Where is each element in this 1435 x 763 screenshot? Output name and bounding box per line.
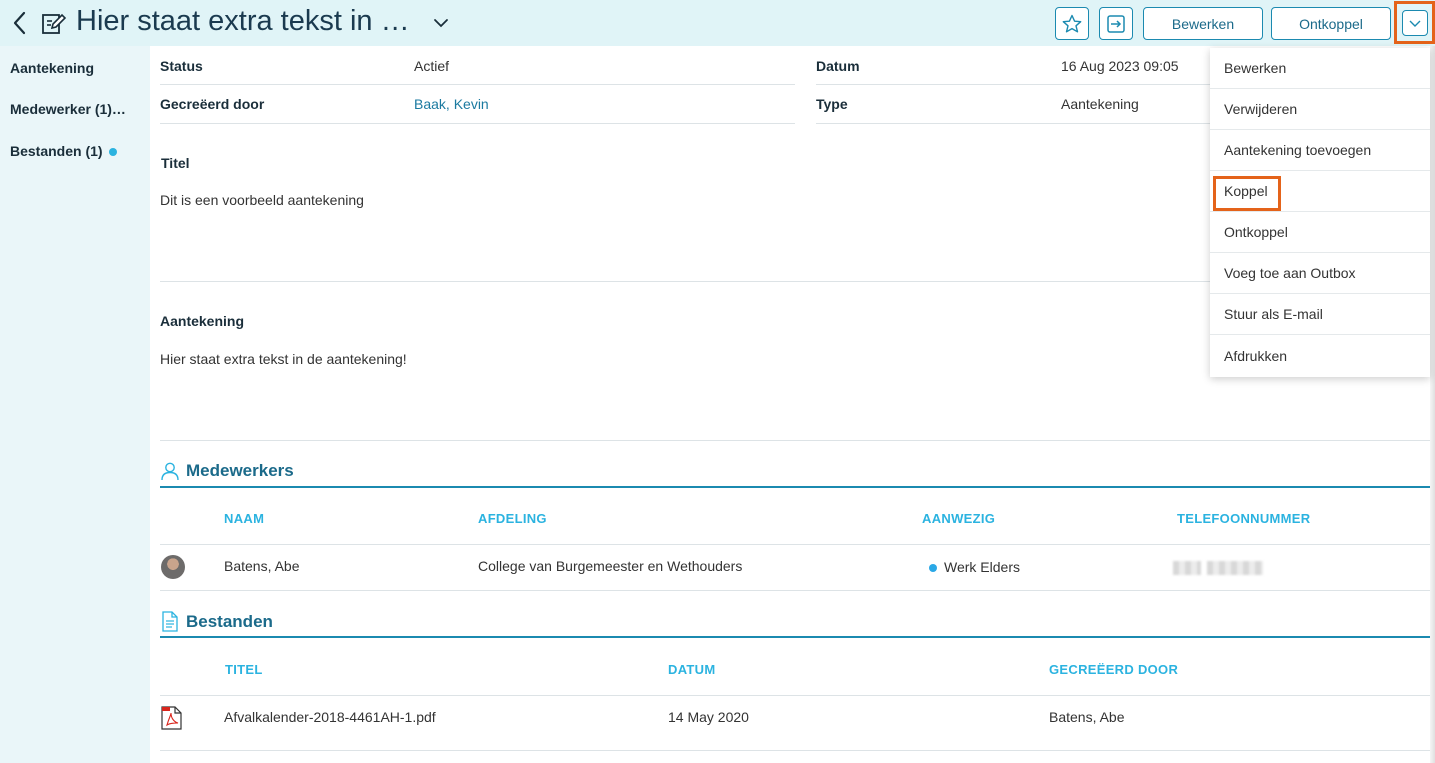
sidebar-item-aantekening[interactable]: Aantekening	[10, 60, 94, 76]
menu-item-verwijderen[interactable]: Verwijderen	[1210, 89, 1430, 130]
title-chevron-down-icon[interactable]	[432, 14, 450, 32]
employee-name[interactable]: Batens, Abe	[224, 558, 300, 574]
column-header-naam[interactable]: NAAM	[224, 511, 264, 526]
sidebar-item-bestanden[interactable]: Bestanden (1)	[10, 143, 117, 159]
status-value: Actief	[414, 58, 450, 74]
edit-note-icon	[40, 10, 67, 36]
sidebar-item-medewerker[interactable]: Medewerker (1)…	[10, 101, 126, 117]
title-section-label: Titel	[161, 155, 190, 171]
menu-item-bewerken[interactable]: Bewerken	[1210, 48, 1430, 89]
unread-dot	[108, 148, 117, 157]
back-chevron-icon[interactable]	[10, 10, 30, 36]
column-header-gecreeerd-door[interactable]: GECREËERD DOOR	[1049, 662, 1178, 677]
section-underline	[160, 636, 1430, 638]
employee-presence: Werk Elders	[929, 559, 1020, 575]
divider	[816, 84, 1210, 85]
note-section-label: Aantekening	[160, 313, 245, 329]
title-section-text: Dit is een voorbeeld aantekening	[160, 192, 364, 208]
file-title-link[interactable]: Afvalkalender-2018-4461AH-1.pdf	[224, 709, 436, 725]
employees-heading: Medewerkers	[160, 461, 294, 481]
actions-dropdown-menu: Bewerken Verwijderen Aantekening toevoeg…	[1210, 48, 1430, 377]
created-by-label: Gecreëerd door	[160, 96, 265, 112]
files-heading-text: Bestanden	[186, 611, 273, 631]
more-actions-button[interactable]	[1394, 1, 1435, 44]
menu-item-stuur-als-email[interactable]: Stuur als E-mail	[1210, 294, 1430, 335]
presence-dot	[929, 564, 937, 573]
column-header-aanwezig[interactable]: AANWEZIG	[922, 511, 995, 526]
presence-text: Werk Elders	[944, 559, 1020, 575]
sign-in-icon	[1107, 14, 1125, 33]
scroll-shadow	[1430, 46, 1435, 763]
menu-item-ontkoppel[interactable]: Ontkoppel	[1210, 212, 1430, 253]
created-by-link[interactable]: Baak, Kevin	[414, 96, 489, 112]
edit-button[interactable]: Bewerken	[1143, 7, 1263, 40]
file-date: 14 May 2020	[668, 709, 749, 725]
menu-item-afdrukken[interactable]: Afdrukken	[1210, 335, 1430, 376]
divider	[160, 590, 1430, 591]
divider	[160, 123, 795, 124]
column-header-datum[interactable]: DATUM	[668, 662, 715, 677]
sidebar: Aantekening Medewerker (1)… Bestanden (1…	[0, 46, 150, 763]
header-bar: Hier staat extra tekst in … Bewerken Ont…	[0, 0, 1435, 46]
sidebar-item-label: Aantekening	[10, 60, 95, 76]
file-created-by: Batens, Abe	[1049, 709, 1125, 725]
divider	[816, 123, 1210, 124]
divider	[160, 84, 795, 85]
pdf-file-icon	[161, 706, 182, 730]
column-header-afdeling[interactable]: AFDELING	[478, 511, 547, 526]
favorite-button[interactable]	[1055, 7, 1089, 40]
user-icon	[161, 462, 179, 481]
open-button[interactable]	[1099, 7, 1133, 40]
avatar	[161, 555, 185, 579]
column-header-telefoonnummer[interactable]: TELEFOONNUMMER	[1177, 511, 1310, 526]
star-icon	[1062, 14, 1082, 32]
page-title: Hier staat extra tekst in …	[76, 5, 410, 37]
employee-phone-redacted	[1173, 559, 1263, 576]
menu-item-aantekening-toevoegen[interactable]: Aantekening toevoegen	[1210, 130, 1430, 171]
divider	[160, 750, 1430, 751]
sidebar-item-label: Medewerker (1)…	[10, 101, 126, 117]
menu-item-voeg-toe-aan-outbox[interactable]: Voeg toe aan Outbox	[1210, 253, 1430, 294]
divider	[160, 440, 1430, 441]
files-heading: Bestanden	[160, 611, 273, 632]
chevron-down-icon	[1409, 20, 1421, 27]
type-label: Type	[816, 96, 848, 112]
divider	[160, 695, 1430, 696]
divider	[160, 544, 1430, 545]
sidebar-item-label: Bestanden (1)	[10, 143, 103, 159]
type-value: Aantekening	[1061, 96, 1139, 112]
employees-heading-text: Medewerkers	[186, 461, 294, 480]
status-label: Status	[160, 58, 203, 74]
section-underline	[160, 486, 1430, 488]
date-value: 16 Aug 2023 09:05	[1061, 58, 1179, 74]
employee-department: College van Burgemeester en Wethouders	[478, 558, 743, 574]
document-icon	[162, 611, 178, 632]
column-header-titel[interactable]: TITEL	[225, 662, 263, 677]
date-label: Datum	[816, 58, 860, 74]
note-section-text: Hier staat extra tekst in de aantekening…	[160, 351, 407, 367]
menu-item-koppel[interactable]: Koppel	[1210, 171, 1430, 212]
unlink-button[interactable]: Ontkoppel	[1271, 7, 1391, 40]
divider	[160, 281, 1210, 282]
